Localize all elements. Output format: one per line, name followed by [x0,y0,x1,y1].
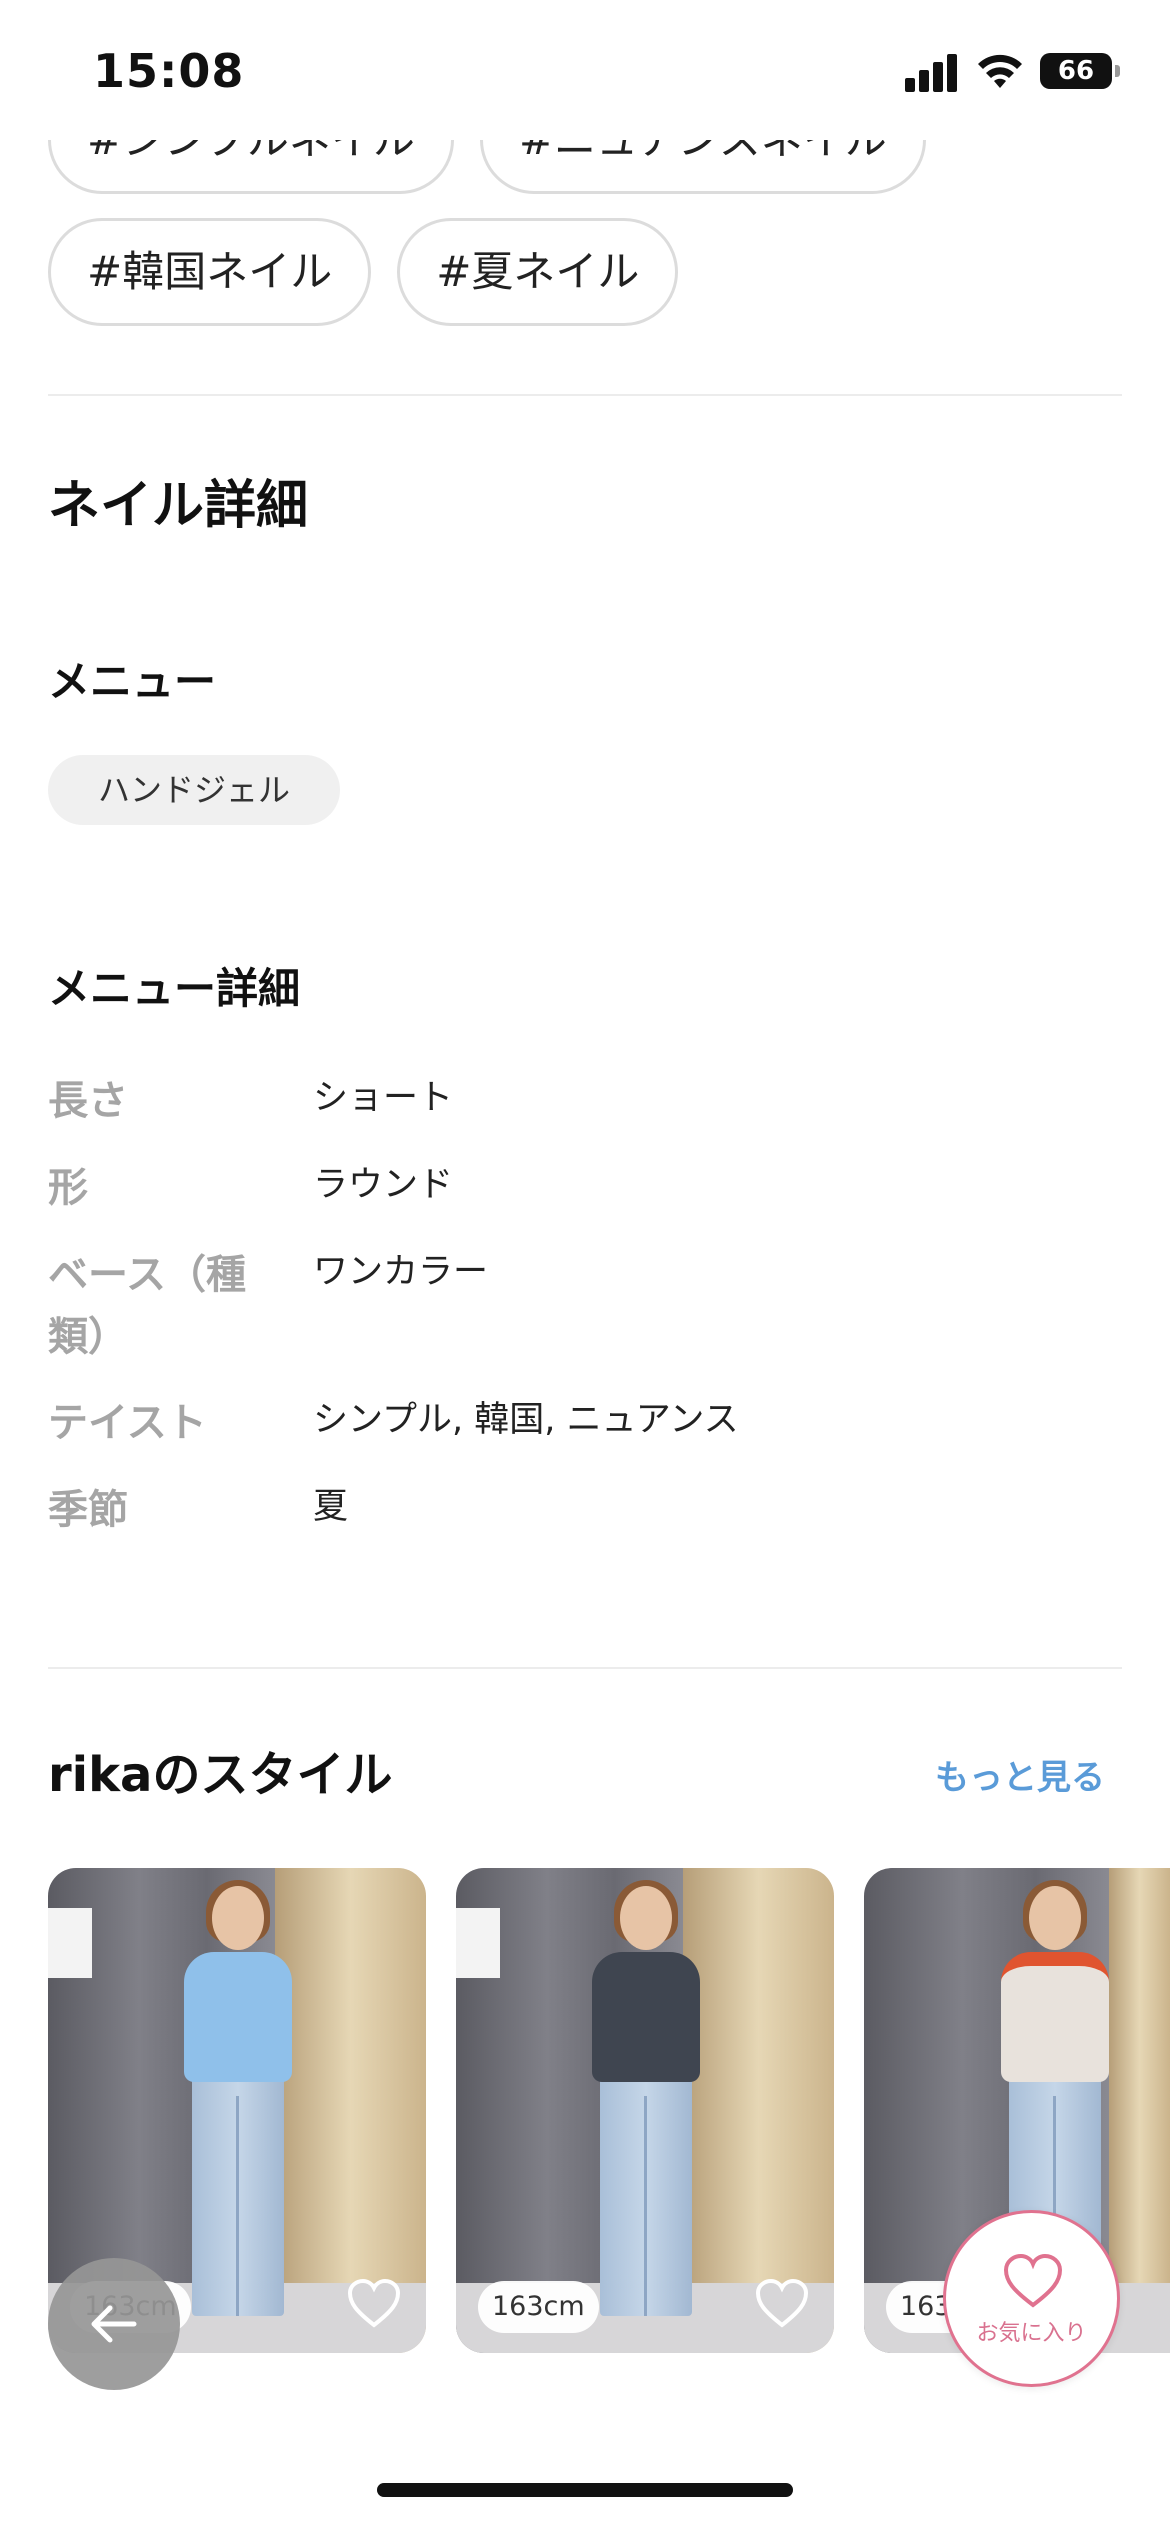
heart-icon[interactable] [346,2277,402,2329]
detail-value: 夏 [313,1487,349,1527]
detail-row-season: 季節 夏 [48,1479,1122,1566]
battery-level: 66 [1057,56,1095,86]
detail-label: 季節 [48,1487,128,1533]
menu-chip: ハンドジェル [48,755,341,825]
back-button[interactable] [48,2258,180,2390]
detail-row-shape: 形 ラウンド [48,1157,1122,1244]
tag-summer-nail[interactable]: #夏ネイル [397,218,679,326]
detail-label: 長さ [48,1078,128,1124]
detail-row-length: 長さ ショート [48,1070,1122,1157]
status-bar: 15:08 66 [0,0,1170,140]
favorite-button[interactable]: お気に入り [943,2210,1120,2387]
heart-icon [1003,2253,1063,2308]
home-indicator[interactable] [377,2483,793,2497]
wifi-icon [978,54,1022,88]
more-link[interactable]: もっと見る [935,1750,1105,1799]
detail-label: ベース（種類） [48,1252,246,1360]
menu-detail-table: 長さ ショート 形 ラウンド ベース（種類） ワンカラー テイスト シンプル, … [48,1070,1122,1566]
height-badge: 163cm [478,2281,599,2333]
heart-icon[interactable] [754,2277,810,2329]
detail-row-base: ベース（種類） ワンカラー [48,1244,1122,1392]
signal-icon [905,52,959,92]
style-card[interactable]: 163cm [456,1868,834,2353]
detail-label: テイスト [48,1400,207,1446]
detail-value: シンプル, 韓国, ニュアンス [313,1400,739,1440]
detail-value: ラウンド [313,1165,454,1205]
favorite-label: お気に入り [976,2321,1087,2346]
status-time: 15:08 [93,44,245,98]
detail-row-taste: テイスト シンプル, 韓国, ニュアンス [48,1392,1122,1479]
detail-label: 形 [48,1165,88,1211]
divider [48,1667,1122,1669]
battery-icon: 66 [1040,53,1120,89]
style-section-title: rikaのスタイル [48,1747,393,1803]
menu-title: メニュー [48,657,217,706]
tag-korean-nail[interactable]: #韓国ネイル [48,218,372,326]
detail-value: ショート [313,1078,454,1118]
menu-detail-title: メニュー詳細 [48,964,301,1013]
style-photo [162,1880,312,2336]
detail-value: ワンカラー [313,1252,489,1292]
divider [48,394,1122,396]
back-arrow-icon [91,2305,137,2343]
nail-detail-title: ネイル詳細 [48,476,309,536]
tag-row: #韓国ネイル #夏ネイル [48,218,679,326]
style-photo [570,1880,720,2336]
